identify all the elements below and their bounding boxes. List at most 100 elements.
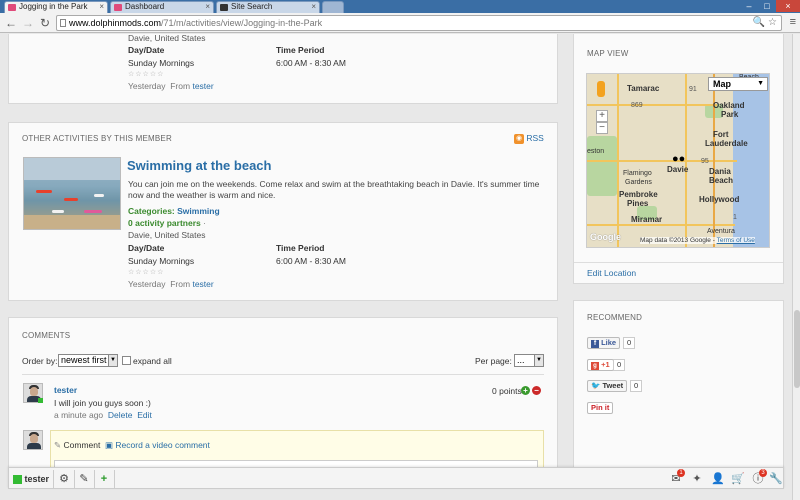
edit-icon[interactable]: ✎ (77, 472, 91, 486)
record-video-tab[interactable]: ▣ Record a video comment (105, 440, 210, 451)
rss-link[interactable]: ◉ RSS (514, 133, 544, 144)
order-by-label: Order by: (22, 356, 58, 366)
twitter-icon: 🐦 (591, 381, 601, 390)
record-video-label: Record a video comment (115, 440, 210, 450)
author-link[interactable]: tester (192, 81, 213, 91)
address-bar[interactable]: www.dolphinmods.com/71/m/activities/view… (56, 15, 782, 31)
post-comment-tab[interactable]: ✎ Comment (54, 440, 100, 451)
rating-stars[interactable]: ☆☆☆☆☆ (128, 70, 164, 78)
tab-title: Jogging in the Park (19, 2, 88, 11)
google-plusone-button[interactable]: g +1 (587, 359, 614, 371)
facebook-icon: f (591, 340, 599, 348)
map-label: Oakland (713, 101, 745, 110)
bookmark-star-icon[interactable]: ☆ (768, 17, 777, 28)
new-tab-button[interactable] (322, 1, 344, 13)
time-period-value: 6:00 AM - 8:30 AM (276, 256, 346, 266)
vote-down-icon[interactable]: − (532, 386, 541, 395)
page-scrollbar[interactable] (792, 34, 800, 500)
recommend-heading: RECOMMEND (587, 313, 643, 322)
map-label: Hollywood (699, 195, 740, 204)
close-window-icon[interactable]: × (776, 0, 800, 12)
gear-icon[interactable]: ⚙ (57, 472, 71, 486)
cart-icon[interactable]: 🛒 (731, 472, 745, 486)
activity-location: Davie, United States (128, 230, 206, 240)
tab-dashboard[interactable]: Dashboard × (110, 1, 214, 13)
map-label: Pembroke (619, 190, 658, 199)
category-link[interactable]: Swimming (177, 206, 220, 216)
user-icon[interactable]: 👤 (711, 472, 725, 486)
minimize-window-icon[interactable]: – (740, 0, 758, 12)
pinterest-pinit-button[interactable]: Pin it (587, 402, 614, 414)
swimming-thumbnail[interactable] (23, 157, 121, 230)
tweet-label: Tweet (602, 381, 624, 390)
maximize-window-icon[interactable]: □ (758, 0, 776, 12)
per-page-value: ... (517, 355, 525, 365)
comment-author-link[interactable]: tester (54, 385, 77, 395)
order-by-select[interactable]: newest first ▼ (58, 354, 118, 367)
forward-icon[interactable]: → (21, 16, 35, 30)
author-link[interactable]: tester (192, 279, 213, 289)
video-camera-icon: ▣ (105, 440, 114, 450)
location-marker-icon[interactable]: ●● (672, 153, 685, 165)
tab-site-search[interactable]: Site Search × (216, 1, 320, 13)
map-type-select[interactable]: Map ▼ (708, 77, 768, 91)
map-attribution: Map data ©2013 Google - Terms of Use (640, 237, 755, 244)
facebook-like-button[interactable]: f Like (587, 337, 621, 349)
user-menu[interactable]: tester (13, 472, 49, 486)
delete-comment-link[interactable]: Delete (108, 410, 133, 420)
edit-comment-link[interactable]: Edit (137, 410, 152, 420)
map-label: Tamarac (627, 84, 660, 93)
settings-wrench-icon[interactable]: ≡ (790, 16, 796, 28)
comment-points: 0 points (492, 386, 522, 396)
map-label: Beach (709, 176, 734, 185)
browser-toolbar: ← → ↻ www.dolphinmods.com/71/m/activitie… (0, 13, 800, 33)
map-label: Lauderdale (705, 139, 748, 148)
google-logo[interactable]: Google (590, 232, 621, 242)
map-label: Davie (667, 165, 689, 174)
time-period-label: Time Period (276, 243, 325, 253)
online-status-icon (13, 475, 22, 485)
url-path: /71/m/activities/view/Jogging-in-the-Par… (161, 18, 323, 28)
wrench-icon[interactable]: 🔧 (769, 472, 783, 486)
tab-jogging-in-the-park[interactable]: Jogging in the Park × (4, 1, 108, 13)
vote-up-icon[interactable]: + (521, 386, 530, 395)
chevron-down-icon: ▼ (757, 80, 764, 87)
categories-label: Categories: (128, 206, 175, 216)
activity-categories: Categories: Swimming (128, 206, 220, 216)
terms-of-use-link[interactable]: Terms of Use (717, 237, 755, 244)
twitter-bird-icon[interactable]: ✦ (690, 472, 704, 486)
partners-link[interactable]: 0 activity partners (128, 218, 201, 228)
add-icon[interactable]: + (97, 472, 111, 486)
activity-date: Yesterday (128, 279, 166, 289)
url-host: www.dolphinmods.com (69, 18, 162, 28)
zoom-out-icon[interactable]: − (596, 122, 608, 134)
pencil-icon: ✎ (54, 440, 62, 450)
reload-icon[interactable]: ↻ (38, 16, 52, 30)
zoom-icon[interactable]: 🔍 (753, 17, 765, 28)
scrollbar-thumb[interactable] (794, 310, 800, 388)
close-tab-icon[interactable]: × (205, 2, 210, 12)
tweet-button[interactable]: 🐦 Tweet (587, 380, 628, 392)
daydate-label: Day/Date (128, 243, 165, 253)
google-plus-icon: g (591, 362, 599, 370)
map-label: Dania (709, 167, 731, 176)
map-label: Flamingo (623, 170, 652, 177)
order-by-value: newest first (61, 355, 107, 365)
activity-title-link[interactable]: Swimming at the beach (127, 158, 271, 173)
street-view-pegman-icon[interactable] (597, 81, 605, 97)
back-icon[interactable]: ← (4, 16, 18, 30)
per-page-select[interactable]: ... ▼ (514, 354, 544, 367)
plusone-label: +1 (601, 360, 610, 369)
partners-separator: · (203, 218, 206, 228)
zoom-in-icon[interactable]: + (596, 110, 608, 122)
expand-all-checkbox[interactable] (122, 356, 131, 365)
rating-stars[interactable]: ☆☆☆☆☆ (128, 268, 164, 276)
road-shield: 869 (631, 102, 643, 109)
close-tab-icon[interactable]: × (99, 2, 104, 12)
from-label: From (170, 279, 191, 289)
online-status-icon (38, 398, 43, 403)
edit-location-link[interactable]: Edit Location (587, 268, 636, 278)
divider (574, 262, 783, 263)
avatar (23, 430, 43, 450)
close-tab-icon[interactable]: × (311, 2, 316, 12)
